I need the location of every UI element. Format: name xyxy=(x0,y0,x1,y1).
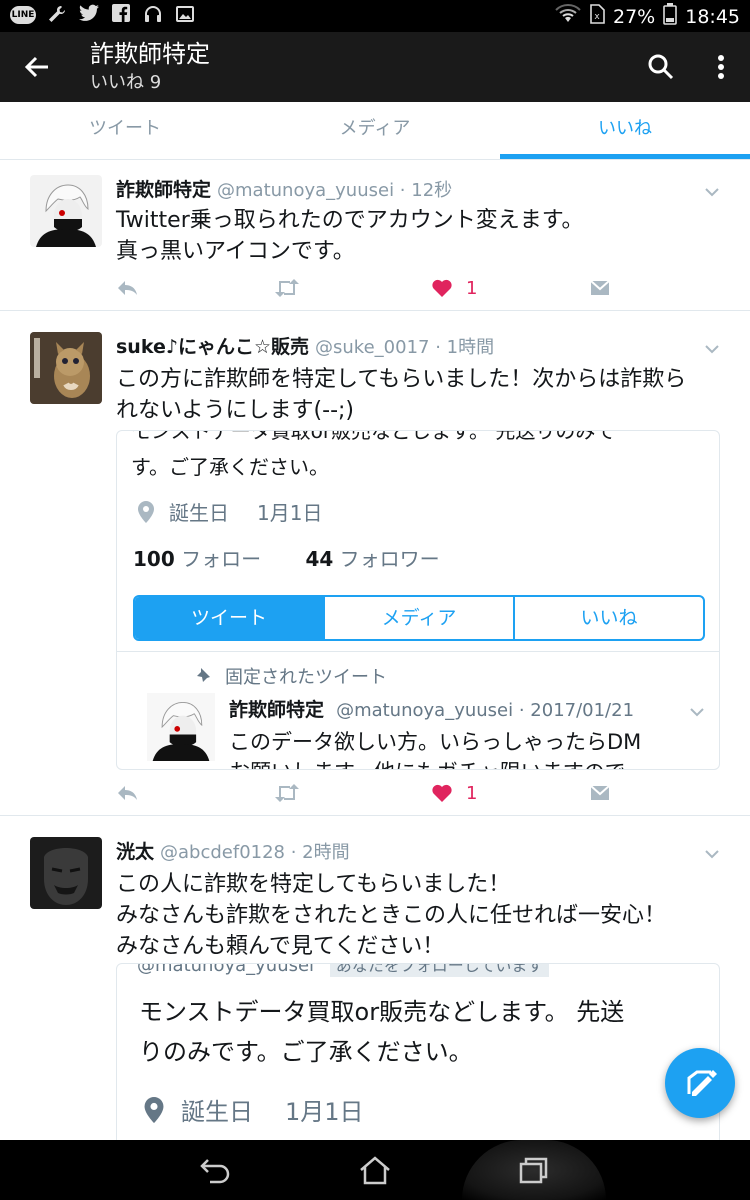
card-tabs: ツイート メディア いいね xyxy=(133,595,705,641)
card-handle-row: @matunoya_yuusei あなたをフォローしています xyxy=(137,964,550,977)
app-bar: 詐欺師特定 いいね 9 xyxy=(0,32,750,102)
card-tab-likes[interactable]: いいね xyxy=(513,597,703,639)
chevron-down-icon xyxy=(689,703,705,722)
display-name[interactable]: 詐欺師特定 xyxy=(116,179,211,201)
system-recents-icon[interactable] xyxy=(516,1154,552,1186)
location-pin-icon xyxy=(138,500,154,523)
card-birthday: 誕生日 1月1日 xyxy=(143,1092,364,1127)
tweet-meta: @suke_0017 · 1時間 xyxy=(315,337,495,358)
chevron-down-icon[interactable] xyxy=(704,340,720,354)
tab-tweets[interactable]: ツイート xyxy=(0,102,250,159)
display-name[interactable]: suke♪にゃんこ☆販売 xyxy=(116,336,309,358)
wrench-icon xyxy=(46,4,68,26)
headphones-icon xyxy=(142,4,164,26)
avatar[interactable] xyxy=(30,332,102,404)
like-button[interactable]: 1 xyxy=(432,778,477,808)
twitter-bird-icon xyxy=(78,4,100,26)
tweet[interactable]: 洸太 @abcdef0128 · 2時間 この人に詐欺を特定してもらいました！ み… xyxy=(0,817,750,1140)
tweet-header: suke♪にゃんこ☆販売 @suke_0017 · 1時間 xyxy=(116,332,494,359)
timeline[interactable]: 詐欺師特定 @matunoya_yuusei · 12秒 Twitter乗っ取られ… xyxy=(0,161,750,1140)
direct-message-icon[interactable] xyxy=(590,778,610,808)
tab-media[interactable]: メディア xyxy=(250,102,500,159)
reply-icon[interactable] xyxy=(116,778,138,808)
tweet-header: 洸太 @abcdef0128 · 2時間 xyxy=(116,837,350,864)
profile-screenshot-card[interactable]: @matunoya_yuusei あなたをフォローしています モンストデータ買取… xyxy=(116,963,720,1140)
tweet-meta: @matunoya_yuusei · 12秒 xyxy=(217,180,453,201)
avatar[interactable] xyxy=(30,837,102,909)
card-bio: す。ご了承ください。 xyxy=(131,455,329,479)
search-icon[interactable] xyxy=(644,50,678,84)
back-arrow-icon[interactable] xyxy=(20,50,54,84)
tab-likes[interactable]: いいね xyxy=(500,102,750,159)
svg-text:x: x xyxy=(594,12,600,22)
chevron-down-icon[interactable] xyxy=(704,183,720,197)
retweet-icon[interactable] xyxy=(274,778,300,808)
like-count: 1 xyxy=(466,277,478,299)
system-nav-bar xyxy=(0,1140,750,1200)
card-bio: モンストデータ買取or販売などします。 先送 りのみです。ご了承ください。 xyxy=(139,998,625,1066)
display-name[interactable]: 洸太 xyxy=(116,841,154,863)
avatar[interactable] xyxy=(30,175,102,247)
gallery-icon xyxy=(174,4,196,26)
location-pin-icon xyxy=(144,1096,164,1123)
card-tab-tweets[interactable]: ツイート xyxy=(135,597,323,639)
tweet-actions: 1 xyxy=(116,273,636,303)
direct-message-icon[interactable] xyxy=(590,273,610,303)
sim-icon: x xyxy=(589,4,605,29)
more-options-icon[interactable] xyxy=(706,50,736,84)
heart-icon xyxy=(432,784,452,802)
system-home-icon[interactable] xyxy=(357,1154,393,1186)
tweet[interactable]: suke♪にゃんこ☆販売 @suke_0017 · 1時間 この方に詐欺師を特定し… xyxy=(0,312,750,816)
like-button[interactable]: 1 xyxy=(432,273,477,303)
tweet-meta: @abcdef0128 · 2時間 xyxy=(160,842,350,863)
pinned-header: 詐欺師特定 @matunoya_yuusei · 2017/01/21 xyxy=(229,699,635,721)
profile-screenshot-card[interactable]: モンストデータ買取or販売などします。 先送りのみで す。ご了承ください。 誕生… xyxy=(116,430,720,770)
facebook-icon xyxy=(110,4,132,26)
pinned-label: 固定されたツイート xyxy=(195,663,387,689)
tweet-header: 詐欺師特定 @matunoya_yuusei · 12秒 xyxy=(116,175,452,202)
tweet-text: Twitter乗っ取られたのでアカウント変えます。 真っ黒いアイコンです。 xyxy=(116,208,584,264)
card-birthday: 誕生日 1月1日 xyxy=(137,497,322,526)
wifi-icon xyxy=(555,4,581,29)
card-tab-media[interactable]: メディア xyxy=(323,597,513,639)
line-icon: LINE xyxy=(10,6,36,24)
tweet-actions: 1 xyxy=(116,778,636,808)
card-bio-top: モンストデータ買取or販売などします。 先送りのみで xyxy=(131,430,616,443)
system-back-icon[interactable] xyxy=(198,1154,234,1186)
status-bar: LINE x 27% 18:45 xyxy=(0,0,750,32)
profile-tabs: ツイート メディア いいね xyxy=(0,102,750,160)
heart-icon xyxy=(432,279,452,297)
pinned-avatar xyxy=(147,693,215,761)
tweet-text: この人に詐欺を特定してもらいました！ みなさんも詐欺をされたときこの人に任せれば… xyxy=(116,872,667,959)
tweet[interactable]: 詐欺師特定 @matunoya_yuusei · 12秒 Twitter乗っ取られ… xyxy=(0,161,750,311)
card-follow-stats: 100 フォロー 44 フォロワー xyxy=(133,547,440,571)
battery-percent: 27% xyxy=(613,5,656,28)
battery-icon xyxy=(663,3,678,30)
like-count: 1 xyxy=(466,782,478,804)
pinned-text: このデータ欲しい方。いらっしゃったらDM お願いします。他にもガチャ限いますので xyxy=(229,730,642,769)
pin-icon xyxy=(197,668,210,684)
page-title: 詐欺師特定 xyxy=(90,40,210,68)
retweet-icon[interactable] xyxy=(274,273,300,303)
likes-subtitle: いいね 9 xyxy=(90,72,162,93)
reply-icon[interactable] xyxy=(116,273,138,303)
clock: 18:45 xyxy=(685,5,740,28)
chevron-down-icon[interactable] xyxy=(704,845,720,859)
compose-tweet-button[interactable] xyxy=(665,1048,735,1118)
compose-icon xyxy=(687,1070,717,1096)
tweet-text: この方に詐欺師を特定してもらいました！次からは詐欺ら れないようにします(--;… xyxy=(116,367,687,423)
